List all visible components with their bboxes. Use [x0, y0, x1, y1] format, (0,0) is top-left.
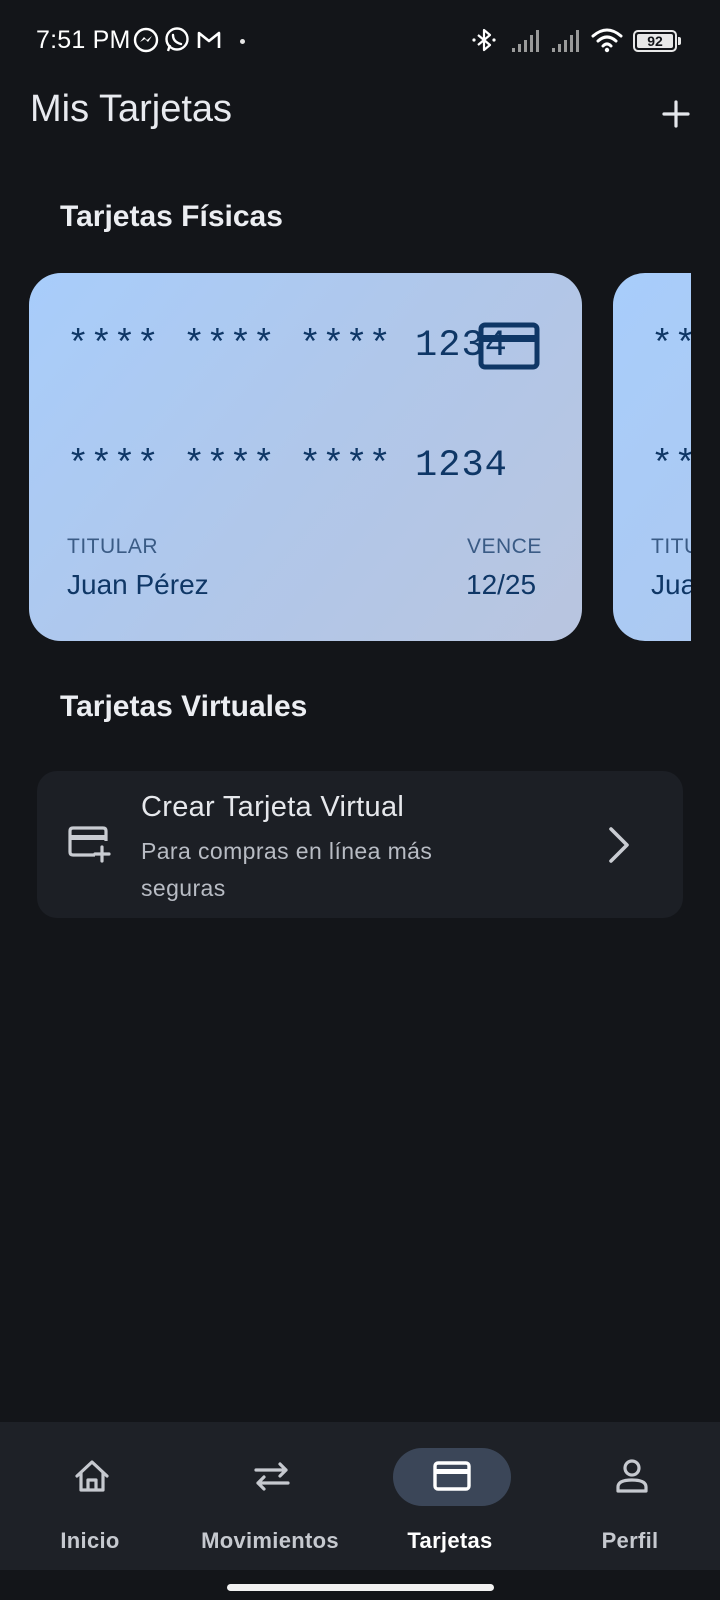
credit-card-icon [478, 322, 540, 370]
more-notifications-dot [240, 39, 245, 44]
card-number: **** **** **** 1234 [67, 325, 508, 367]
gmail-icon [197, 31, 221, 48]
whatsapp-icon [165, 27, 189, 52]
battery-tip [678, 37, 681, 45]
messenger-icon [133, 27, 159, 53]
plus-icon [662, 100, 690, 128]
nav-item-movimientos[interactable]: Movimientos [180, 1422, 360, 1570]
status-bar: 7:51 PM 92 [0, 0, 720, 82]
signal-icon [552, 30, 579, 52]
page-title: Mis Tarjetas [30, 88, 233, 130]
nav-label-movimientos: Movimientos [201, 1528, 339, 1553]
nav-item-inicio[interactable]: Inicio [0, 1422, 180, 1570]
wifi-icon [591, 28, 623, 53]
card-number: ** [651, 325, 691, 367]
create-virtual-card-subtitle: Para compras en línea más seguras [141, 838, 433, 901]
expiry-date: 12/25 [466, 569, 537, 600]
signal-icon [512, 30, 539, 52]
holder-label: TITULAR [67, 535, 159, 558]
status-time: 7:51 PM [36, 26, 131, 54]
add-card-button[interactable] [654, 92, 698, 136]
bottom-navigation: Inicio Movimientos Tarjetas Perfil [0, 1422, 720, 1570]
create-virtual-card-title: Crear Tarjeta Virtual [141, 791, 405, 823]
card-number-secondary: ** [651, 445, 691, 487]
create-virtual-card-button[interactable]: Crear Tarjeta Virtual Para compras en lí… [37, 771, 683, 918]
credit-card-icon [433, 1461, 471, 1491]
swap-arrows-icon [254, 1462, 290, 1491]
holder-label: TITU [651, 535, 691, 558]
nav-label-tarjetas: Tarjetas [407, 1528, 493, 1553]
gesture-bar[interactable] [227, 1584, 494, 1591]
card-number-secondary: **** **** **** 1234 [67, 445, 508, 487]
holder-name: Jua [651, 569, 691, 600]
nav-item-perfil[interactable]: Perfil [540, 1422, 720, 1570]
person-icon [616, 1459, 648, 1493]
physical-cards-title: Tarjetas Físicas [60, 200, 283, 233]
virtual-cards-title: Tarjetas Virtuales [60, 690, 308, 723]
nav-item-tarjetas[interactable]: Tarjetas [360, 1422, 540, 1570]
expiry-label: VENCE [467, 535, 542, 558]
nav-label-inicio: Inicio [60, 1528, 120, 1553]
add-card-icon [68, 826, 111, 863]
holder-name: Juan Pérez [67, 569, 209, 600]
battery-level: 92 [647, 33, 663, 49]
nav-label-perfil: Perfil [601, 1528, 659, 1553]
chevron-right-icon [609, 827, 629, 863]
screen: 7:51 PM 92 Mis Tarjetas Tarjetas Físicas… [0, 0, 720, 1600]
physical-card[interactable]: **** **** **** 1234 **** **** **** 1234 … [29, 273, 582, 641]
home-icon [75, 1460, 109, 1492]
battery-icon: 92 [633, 30, 681, 52]
bluetooth-icon [472, 28, 496, 52]
physical-card-next[interactable]: ** ** TITU Jua [613, 273, 691, 641]
